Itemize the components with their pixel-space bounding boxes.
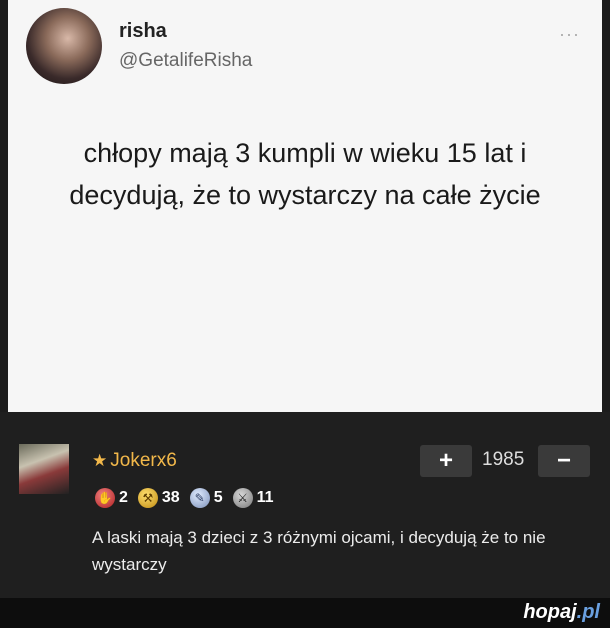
badge-blue: ✎ 5 [189, 488, 223, 508]
tweet-avatar[interactable] [26, 8, 102, 84]
middle-finger-icon: ✋ [95, 488, 115, 508]
badge-gray: ⚔ 11 [232, 488, 274, 508]
badge-count: 2 [119, 489, 128, 506]
gray-sword-icon: ⚔ [232, 488, 253, 508]
comment-username[interactable]: ★ Jokerx6 [92, 450, 177, 472]
tweet-text: chłopy mają 3 kumpli w wieku 15 lat i de… [20, 132, 590, 216]
vote-score: 1985 [482, 449, 525, 470]
footer-bar: hopaj.pl [0, 598, 610, 628]
tweet-author-name[interactable]: risha [119, 20, 167, 43]
comment-text: A laski mają 3 dzieci z 3 różnymi ojcami… [92, 528, 546, 574]
badge-count: 38 [161, 489, 180, 506]
tweet-author-handle[interactable]: @GetalifeRisha [119, 50, 252, 72]
downvote-button[interactable]: − [538, 445, 590, 477]
badge-count: 5 [213, 489, 223, 506]
comment-avatar[interactable] [19, 444, 69, 494]
star-icon: ★ [92, 451, 108, 470]
logo-main: hopaj [523, 601, 577, 623]
tweet-text-line-2: decydują, że to wystarczy na całe życie [69, 180, 541, 210]
site-logo[interactable]: hopaj.pl [523, 601, 600, 624]
logo-tld: .pl [576, 601, 600, 623]
more-options-icon[interactable]: ··· [559, 24, 580, 45]
user-badges: ✋ 2 ⚒ 38 ✎ 5 ⚔ 11 [95, 488, 274, 508]
blue-pencil-icon: ✎ [189, 488, 210, 508]
tweet-text-line-1: chłopy mają 3 kumpli w wieku 15 lat i [83, 138, 527, 168]
comment: ★ Jokerx6 + 1985 − ✋ 2 ⚒ 38 ✎ 5 ⚔ 11 A la… [0, 412, 610, 598]
tweet-card: risha @GetalifeRisha ··· chłopy mają 3 k… [8, 0, 602, 412]
gold-pickaxe-icon: ⚒ [137, 488, 158, 508]
upvote-button[interactable]: + [420, 445, 472, 477]
badge-gold: ⚒ 38 [137, 488, 180, 508]
badge-middle-finger: ✋ 2 [95, 488, 128, 508]
badge-count: 11 [256, 489, 274, 506]
comment-username-text: Jokerx6 [110, 450, 177, 471]
